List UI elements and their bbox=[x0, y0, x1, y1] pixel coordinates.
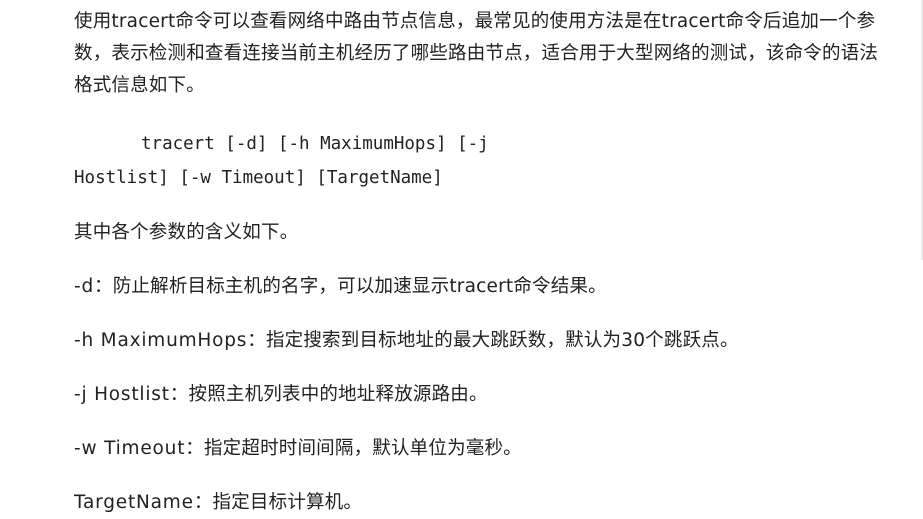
syntax-line-1: tracert [-d] [-h MaximumHops] [-j bbox=[141, 134, 489, 154]
param-name: -d bbox=[74, 276, 95, 297]
params-intro: 其中各个参数的含义如下。 bbox=[74, 222, 299, 243]
param-name: -w Timeout bbox=[74, 438, 186, 459]
param-d: -d：防止解析目标主机的名字，可以加速显示tracert命令结果。 bbox=[74, 273, 894, 301]
param-name: -h MaximumHops bbox=[74, 330, 248, 351]
param-name: -j Hostlist bbox=[74, 384, 170, 405]
param-desc: ：按照主机列表中的地址释放源路由。 bbox=[169, 384, 488, 405]
param-targetname: TargetName：指定目标计算机。 bbox=[74, 489, 894, 517]
param-j: -j Hostlist：按照主机列表中的地址释放源路由。 bbox=[74, 381, 894, 409]
param-w: -w Timeout：指定超时时间间隔，默认单位为毫秒。 bbox=[74, 435, 894, 463]
syntax-code-block: tracert [-d] [-h MaximumHops] [-j Hostlis… bbox=[74, 127, 894, 195]
param-desc: ：指定搜索到目标地址的最大跳跃数，默认为30个跳跃点。 bbox=[247, 330, 739, 351]
param-desc: ：防止解析目标主机的名字，可以加速显示tracert命令结果。 bbox=[94, 276, 607, 297]
article-content: 使用tracert命令可以查看网络中路由节点信息，最常见的使用方法是在trace… bbox=[74, 0, 894, 517]
syntax-line-2: Hostlist] [-w Timeout] [TargetName] bbox=[74, 168, 443, 188]
param-desc: ：指定超时时间间隔，默认单位为毫秒。 bbox=[185, 438, 522, 459]
intro-paragraph: 使用tracert命令可以查看网络中路由节点信息，最常见的使用方法是在trace… bbox=[74, 11, 879, 96]
param-desc: ：指定目标计算机。 bbox=[193, 492, 363, 513]
param-h: -h MaximumHops：指定搜索到目标地址的最大跳跃数，默认为30个跳跃点… bbox=[74, 327, 894, 355]
param-name: TargetName bbox=[74, 492, 194, 513]
